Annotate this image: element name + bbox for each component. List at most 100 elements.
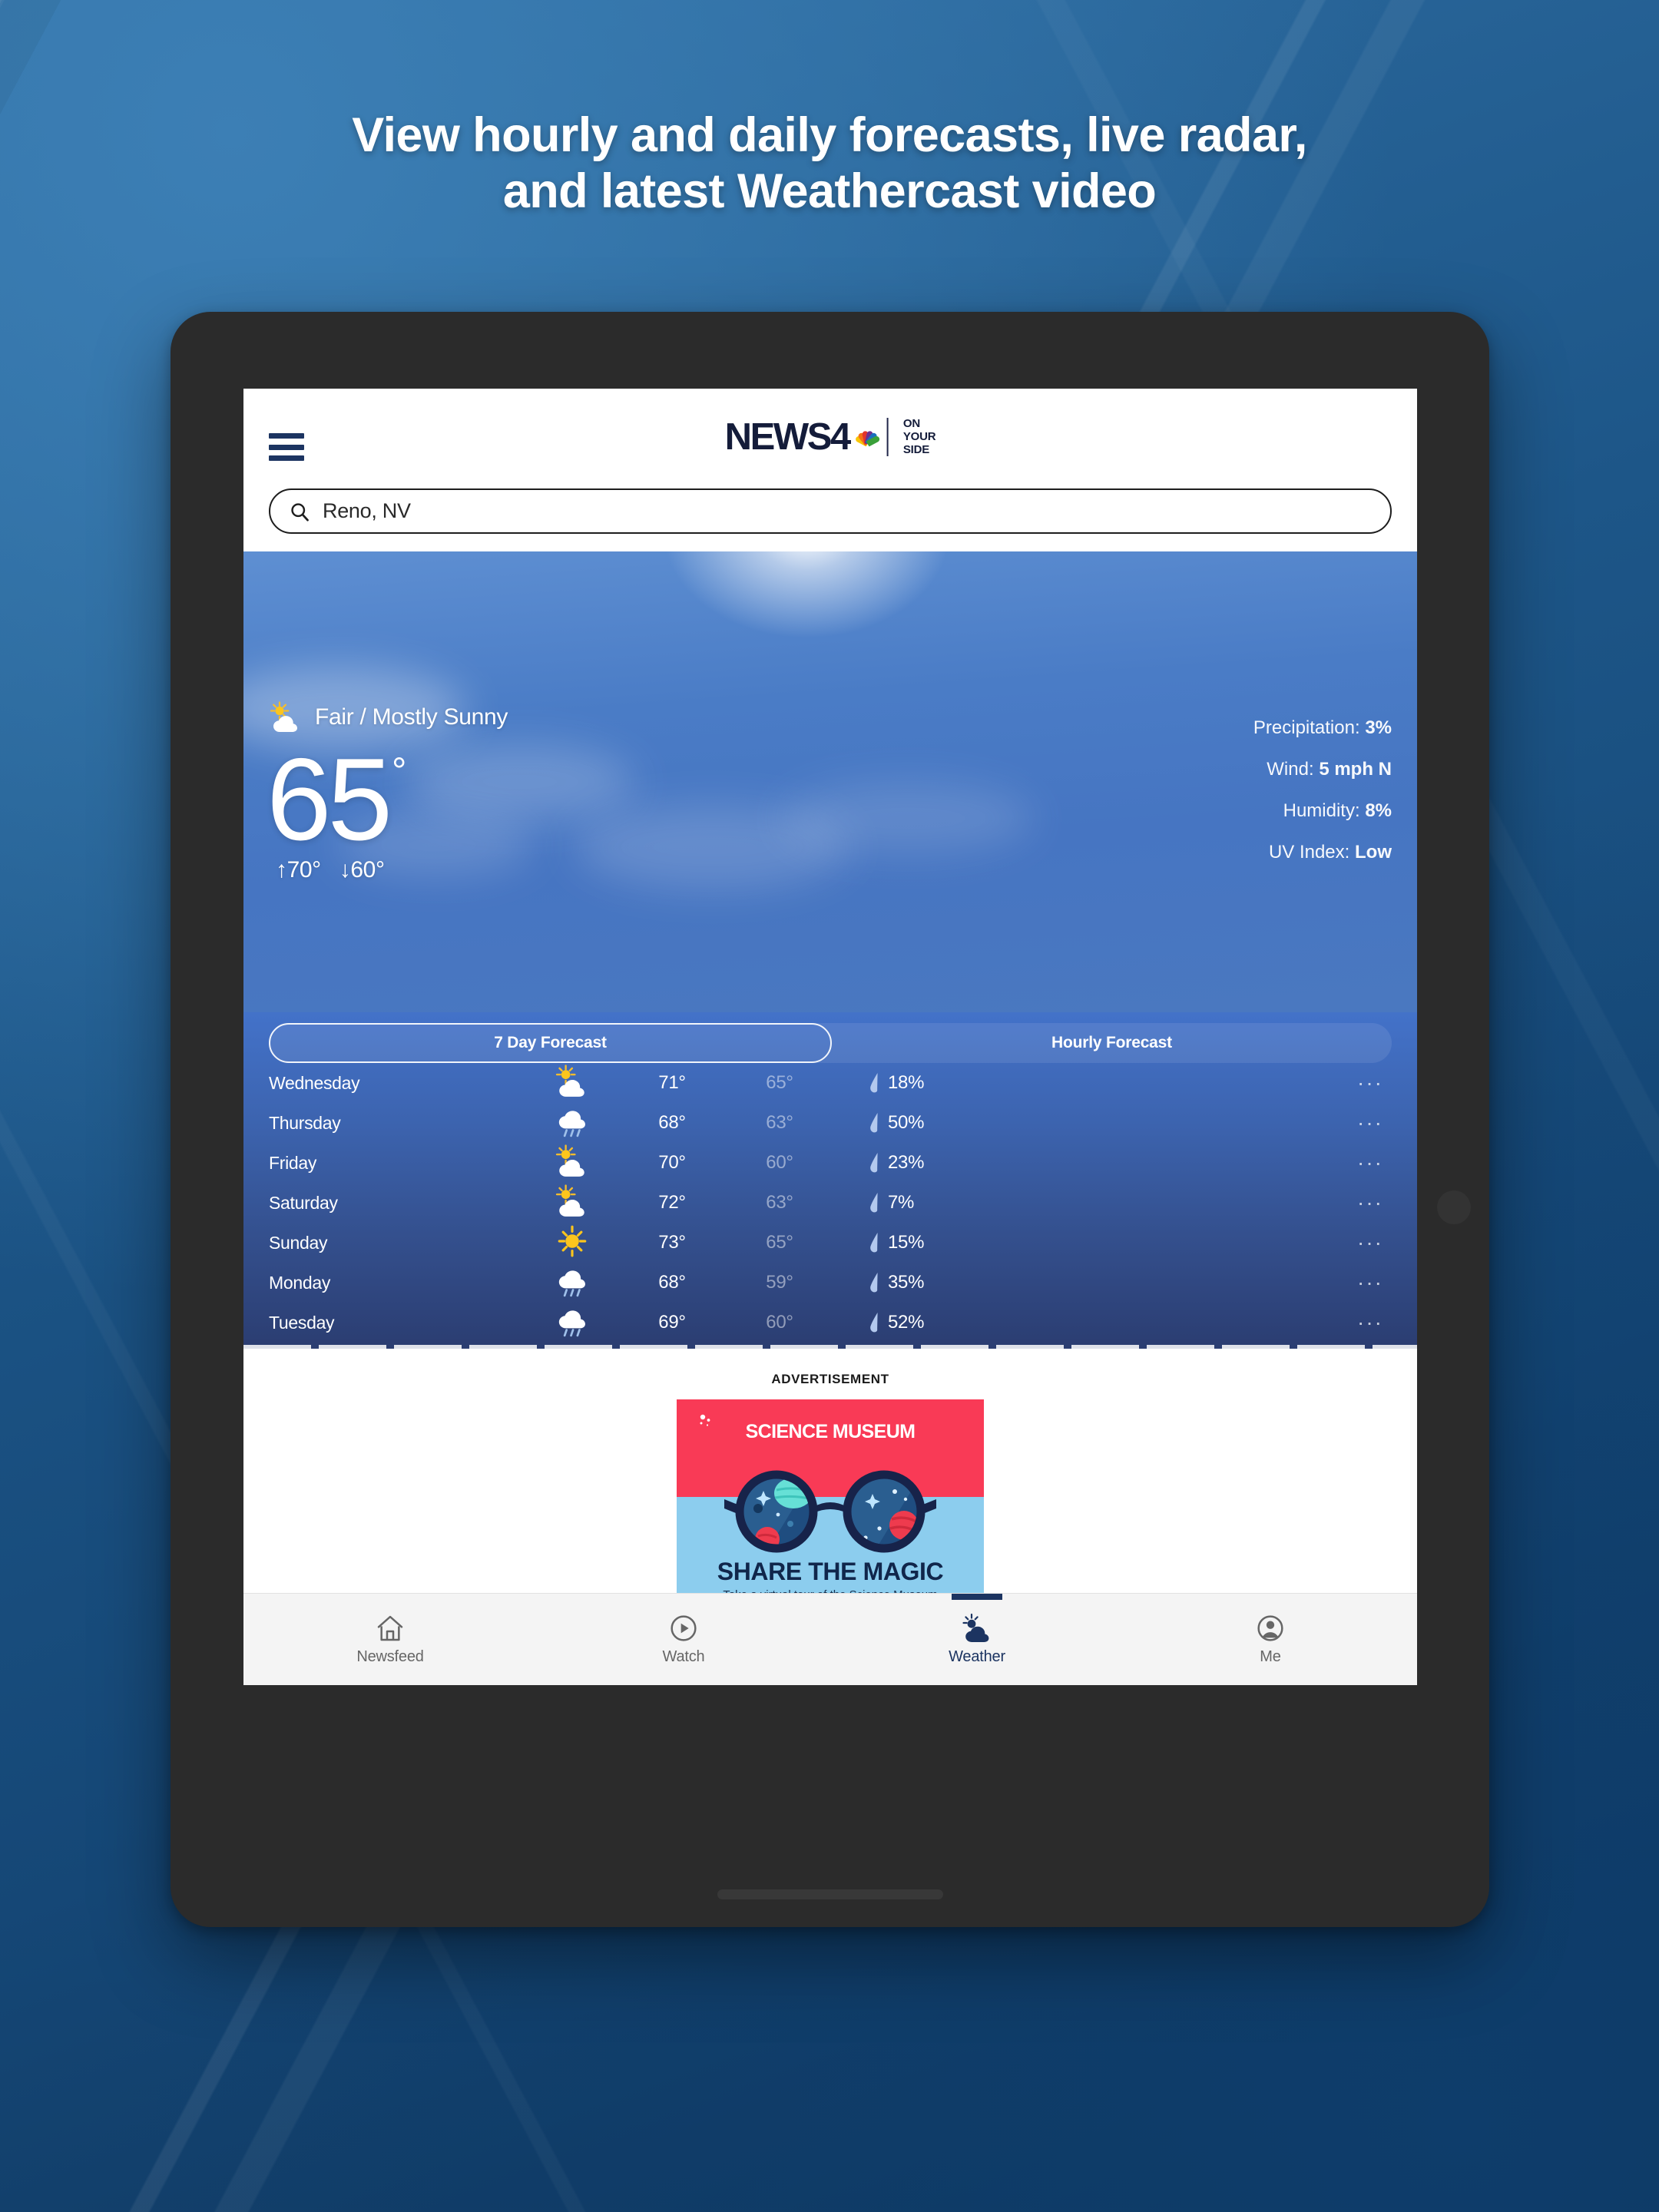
space-glasses-illustration bbox=[724, 1470, 936, 1553]
forecast-row[interactable]: Tuesday 69° 60° 52% ··· bbox=[269, 1303, 1392, 1343]
low-temp: ↓60° bbox=[339, 856, 385, 882]
forecast-day-name: Wednesday bbox=[269, 1072, 360, 1093]
current-condition-text: Fair / Mostly Sunny bbox=[315, 704, 508, 730]
forecast-precipitation-value: 52% bbox=[888, 1312, 925, 1333]
forecast-low-temp: 60° bbox=[766, 1312, 793, 1333]
forecast-day-name: Sunday bbox=[269, 1232, 328, 1253]
detail-humidity-label: Humidity: bbox=[1283, 800, 1360, 821]
forecast-low-temp: 59° bbox=[766, 1272, 793, 1293]
forecast-row[interactable]: Saturday 72° 63° 7% ··· bbox=[269, 1183, 1392, 1223]
forecast-precipitation: 18% bbox=[837, 1072, 1349, 1094]
sun-behind-cloud-icon bbox=[270, 701, 297, 732]
news4-logo: NEWS4 ON YOUR SIDE bbox=[724, 416, 936, 458]
promo-headline-line-1: View hourly and daily forecasts, live ra… bbox=[352, 108, 1307, 162]
raindrop-icon bbox=[870, 1313, 878, 1333]
search-input[interactable]: Reno, NV bbox=[269, 488, 1392, 534]
raindrop-icon bbox=[870, 1073, 878, 1093]
detail-uv-index-label: UV Index: bbox=[1268, 842, 1350, 863]
app-header: NEWS4 ON YOUR SIDE Reno, NV bbox=[243, 389, 1417, 551]
logo-wordmark: NEWS4 bbox=[724, 416, 852, 458]
sun-behind-cloud-icon bbox=[522, 1184, 622, 1222]
forecast-low-temp: 65° bbox=[766, 1232, 793, 1253]
nav-label-me: Me bbox=[1260, 1648, 1281, 1665]
degree-symbol: ° bbox=[392, 751, 407, 792]
forecast-day-name: Friday bbox=[269, 1152, 317, 1173]
bottom-navigation-bar: Newsfeed Watch Weather Me bbox=[243, 1593, 1417, 1685]
forecast-row-more-button[interactable]: ··· bbox=[1349, 1230, 1392, 1255]
raindrop-icon bbox=[870, 1153, 878, 1173]
location-search[interactable]: Reno, NV bbox=[269, 488, 1392, 534]
forecast-row-more-button[interactable]: ··· bbox=[1349, 1071, 1392, 1095]
account-circle-icon bbox=[1257, 1615, 1283, 1641]
detail-uv-index-value: Low bbox=[1355, 842, 1392, 863]
logo-tagline-line-1: ON bbox=[902, 417, 920, 430]
forecast-high-temp: 68° bbox=[658, 1272, 686, 1293]
nav-item-watch[interactable]: Watch bbox=[537, 1594, 830, 1685]
advertisement-label: ADVERTISEMENT bbox=[771, 1372, 889, 1386]
search-icon bbox=[291, 502, 309, 522]
sun-icon bbox=[522, 1224, 622, 1262]
forecast-row-more-button[interactable]: ··· bbox=[1349, 1151, 1392, 1175]
detail-precipitation: Precipitation: 3% bbox=[1253, 719, 1392, 737]
forecast-day-name: Thursday bbox=[269, 1112, 341, 1133]
device-speaker-grille-bottom bbox=[717, 1889, 943, 1899]
forecast-row-list: Wednesday 71° 65° 18% ··· Thursday 68° 63° 5… bbox=[269, 1063, 1392, 1343]
nav-item-me[interactable]: Me bbox=[1124, 1594, 1417, 1685]
device-camera-icon bbox=[1437, 1190, 1471, 1224]
ad-headline: SHARE THE MAGIC bbox=[717, 1558, 944, 1585]
tablet-device-frame: NEWS4 ON YOUR SIDE Reno, NV Fair / Mostl… bbox=[171, 312, 1489, 1927]
forecast-precipitation-value: 23% bbox=[888, 1152, 925, 1173]
forecast-low-temp: 63° bbox=[766, 1192, 793, 1213]
promo-headline-line-2: and latest Weathercast video bbox=[502, 164, 1157, 219]
raindrop-icon bbox=[870, 1113, 878, 1133]
forecast-precipitation-value: 50% bbox=[888, 1112, 925, 1133]
forecast-precipitation: 7% bbox=[837, 1192, 1349, 1214]
sun-behind-cloud-icon bbox=[962, 1613, 989, 1642]
tab-hourly-forecast[interactable]: Hourly Forecast bbox=[832, 1023, 1392, 1063]
nav-label-newsfeed: Newsfeed bbox=[356, 1648, 424, 1665]
high-temp: ↑70° bbox=[276, 856, 321, 882]
forecast-row-more-button[interactable]: ··· bbox=[1349, 1310, 1392, 1335]
play-circle-icon bbox=[671, 1615, 697, 1641]
forecast-row[interactable]: Thursday 68° 63° 50% ··· bbox=[269, 1103, 1392, 1143]
forecast-row[interactable]: Friday 70° 60° 23% ··· bbox=[269, 1143, 1392, 1183]
forecast-row-more-button[interactable]: ··· bbox=[1349, 1270, 1392, 1295]
forecast-low-temp: 65° bbox=[766, 1072, 793, 1093]
forecast-row-more-button[interactable]: ··· bbox=[1349, 1190, 1392, 1215]
sun-behind-cloud-icon bbox=[522, 1144, 622, 1182]
app-screen: NEWS4 ON YOUR SIDE Reno, NV Fair / Mostl… bbox=[243, 389, 1417, 1685]
forecast-high-temp: 70° bbox=[658, 1152, 686, 1173]
forecast-precipitation: 15% bbox=[837, 1232, 1349, 1253]
forecast-row-more-button[interactable]: ··· bbox=[1349, 1111, 1392, 1135]
forecast-high-temp: 69° bbox=[658, 1312, 686, 1333]
forecast-precipitation-value: 7% bbox=[888, 1192, 915, 1213]
forecast-row[interactable]: Monday 68° 59° 35% ··· bbox=[269, 1263, 1392, 1303]
forecast-row[interactable]: Wednesday 71° 65° 18% ··· bbox=[269, 1063, 1392, 1103]
rain-cloud-icon bbox=[522, 1304, 622, 1342]
forecast-day-name: Saturday bbox=[269, 1192, 338, 1213]
nav-item-newsfeed[interactable]: Newsfeed bbox=[243, 1594, 537, 1685]
home-icon bbox=[377, 1615, 403, 1641]
forecast-panel: 7 Day Forecast Hourly Forecast Wednesday… bbox=[243, 1012, 1417, 1349]
raindrop-icon bbox=[870, 1273, 878, 1293]
nav-item-weather[interactable]: Weather bbox=[830, 1594, 1124, 1685]
ad-brand-name: SCIENCE MUSEUM bbox=[677, 1414, 984, 1443]
content-area: ADVERTISEMENT SCIENCE MUSEUM SHARE THE M… bbox=[243, 1349, 1417, 1685]
raindrop-icon bbox=[870, 1193, 878, 1213]
rain-cloud-icon bbox=[522, 1264, 622, 1302]
forecast-precipitation: 35% bbox=[837, 1272, 1349, 1293]
logo-tagline-line-3: SIDE bbox=[902, 442, 930, 456]
current-conditions-hero: Fair / Mostly Sunny 65 ° ↑70° ↓60° Preci… bbox=[243, 551, 1417, 1012]
tab-7-day-forecast[interactable]: 7 Day Forecast bbox=[269, 1023, 832, 1063]
hamburger-menu-icon[interactable] bbox=[269, 433, 304, 461]
forecast-precipitation: 23% bbox=[837, 1152, 1349, 1174]
promo-headline: View hourly and daily forecasts, live ra… bbox=[0, 108, 1659, 220]
detail-wind-label: Wind: bbox=[1267, 759, 1314, 780]
forecast-row[interactable]: Sunday 73° 65° 15% ··· bbox=[269, 1223, 1392, 1263]
forecast-precipitation-value: 18% bbox=[888, 1072, 925, 1093]
logo-tagline: ON YOUR SIDE bbox=[902, 417, 936, 456]
forecast-day-name: Monday bbox=[269, 1272, 331, 1293]
current-temperature-block: 65 ° ↑70° ↓60° bbox=[267, 734, 407, 883]
active-tab-indicator bbox=[952, 1594, 1002, 1600]
current-temperature-value: 65 bbox=[267, 734, 392, 865]
